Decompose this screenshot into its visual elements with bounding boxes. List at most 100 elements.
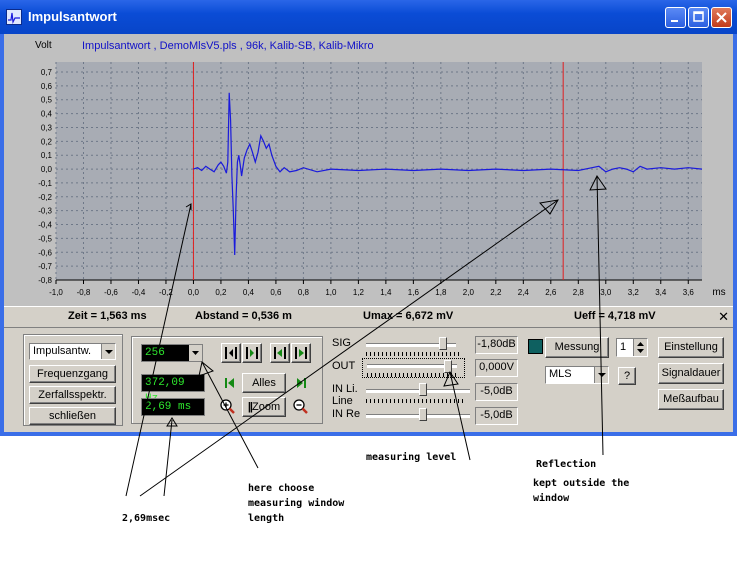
status-close-button[interactable]: ✕ <box>718 309 729 325</box>
x-tick-label: -0,6 <box>104 288 118 297</box>
annotation-reflection: Reflection <box>536 459 597 470</box>
x-tick-label: 2,4 <box>518 288 530 297</box>
shift-window-right-button[interactable] <box>242 343 262 363</box>
mode-select[interactable]: Impulsantw. <box>29 343 116 360</box>
y-tick-label: 0,3 <box>41 123 53 132</box>
settings-button[interactable]: Einstellung <box>658 337 724 358</box>
impulse-chart[interactable]: -1,0 -0,8 -0,6 -0,4 -0,2 0,0 0,2 0,4 0,6 0,8 1,0 1,… <box>4 34 733 306</box>
window-title: Impulsantwort <box>28 9 117 24</box>
x-tick-label: 0,0 <box>188 288 200 297</box>
in-right-label: IN Re <box>332 408 361 420</box>
in-ticks <box>366 399 466 403</box>
out-slider-focus[interactable] <box>362 358 465 378</box>
y-tick-label: 0,0 <box>41 165 53 174</box>
line-label: Line <box>332 395 353 407</box>
chevron-down-icon[interactable] <box>594 367 608 383</box>
close-button[interactable]: schließen <box>29 407 116 425</box>
close-window-button[interactable] <box>711 7 732 28</box>
x-unit-label: ms <box>712 287 725 298</box>
minimize-button[interactable] <box>665 7 686 28</box>
x-tick-label: 2,6 <box>545 288 557 297</box>
y-tick-label: -0,5 <box>38 234 52 243</box>
y-tick-label: -0,7 <box>38 262 52 271</box>
x-tick-label: 0,8 <box>298 288 310 297</box>
window-left-icon <box>225 347 237 359</box>
signal-type-select[interactable]: MLS <box>545 366 609 384</box>
chevron-down-icon[interactable] <box>189 345 202 361</box>
expand-right-button[interactable] <box>291 343 311 363</box>
status-bar: Zeit = 1,563 ms Abstand = 0,536 m Umax =… <box>4 306 733 328</box>
in-right-slider-thumb[interactable] <box>419 408 428 421</box>
count-spinner[interactable]: 1 <box>616 338 648 357</box>
in-left-value: -5,0dB <box>475 383 518 401</box>
window-right-icon <box>246 347 258 359</box>
annotation-choose-line1: here choose <box>248 483 315 494</box>
maximize-icon <box>693 11 704 22</box>
out-value: 0,000V <box>475 359 518 377</box>
x-tick-label: 1,4 <box>380 288 392 297</box>
x-tick-label: 0,6 <box>270 288 282 297</box>
help-button[interactable]: ? <box>618 367 636 385</box>
y-tick-label: 0,4 <box>41 110 53 119</box>
distance-readout: Abstand = 0,536 m <box>195 310 292 322</box>
x-tick-label: -0,2 <box>159 288 173 297</box>
measurement-setup-button[interactable]: Meßaufbau <box>658 389 724 410</box>
annotation-outside-line1: kept outside the <box>533 478 630 489</box>
x-tick-label: -0,8 <box>77 288 91 297</box>
x-tick-label: -1,0 <box>49 288 63 297</box>
app-icon <box>6 9 22 25</box>
measure-button[interactable]: Messung <box>545 337 609 358</box>
sig-label: SIG <box>332 337 351 349</box>
sig-ticks <box>366 352 462 356</box>
window-length-select[interactable]: 256 <box>141 344 203 362</box>
zoom-out-icon[interactable] <box>292 398 310 416</box>
spin-arrows-icon[interactable] <box>633 339 647 356</box>
frequency-response-button[interactable]: Frequenzgang <box>29 365 116 383</box>
zoom-button[interactable]: ||Zoom <box>242 397 286 417</box>
out-ticks <box>367 373 459 377</box>
annotation-measuring-level: measuring level <box>366 452 457 463</box>
go-to-start-icon[interactable] <box>222 375 238 391</box>
chevron-down-icon[interactable] <box>101 344 115 359</box>
annotation-outside-line2: window <box>533 493 570 504</box>
annotation-choose-line2: measuring window <box>248 498 345 509</box>
in-right-value: -5,0dB <box>475 407 518 425</box>
show-all-button[interactable]: Alles <box>242 373 286 393</box>
x-tick-label: 2,0 <box>463 288 475 297</box>
maximize-button[interactable] <box>688 7 709 28</box>
signal-type-value: MLS <box>549 368 572 380</box>
in-left-slider-thumb[interactable] <box>419 383 428 396</box>
y-tick-label: -0,8 <box>38 276 52 285</box>
plot-area: Volt Impulsantwort , DemoMlsV5.pls , 96k… <box>4 34 733 306</box>
time-readout: Zeit = 1,563 ms <box>68 310 147 322</box>
count-value: 1 <box>620 341 627 353</box>
sig-value: -1,80dB <box>475 336 518 354</box>
out-slider-thumb[interactable] <box>444 360 452 373</box>
x-tick-label: 1,8 <box>435 288 447 297</box>
x-tick-label: 3,4 <box>655 288 667 297</box>
x-tick-label: 1,6 <box>408 288 420 297</box>
ueff-readout: Ueff = 4,718 mV <box>574 310 656 322</box>
x-tick-label: 2,2 <box>490 288 502 297</box>
title-bar[interactable]: Impulsantwort <box>0 0 737 34</box>
left-panel: Impulsantw. Frequenzgang Zerfallsspektr.… <box>23 334 123 426</box>
go-to-end-icon[interactable] <box>293 375 309 391</box>
y-tick-label: -0,1 <box>38 179 52 188</box>
y-tick-label: -0,4 <box>38 221 52 230</box>
signal-duration-button[interactable]: Signaldauer <box>658 363 724 384</box>
shift-window-left-button[interactable] <box>221 343 241 363</box>
annotation-choose-line3: length <box>248 513 285 524</box>
y-tick-label: 0,2 <box>41 137 53 146</box>
umax-readout: Umax = 6,672 mV <box>363 310 454 322</box>
y-tick-label: -0,6 <box>38 248 52 257</box>
x-tick-label: 3,2 <box>628 288 640 297</box>
frequency-display: 372,09 Hz <box>141 374 205 405</box>
window-length-value: 256 <box>145 347 165 359</box>
in-left-slider-track[interactable] <box>366 389 470 393</box>
expand-left-button[interactable] <box>270 343 290 363</box>
sig-slider-thumb[interactable] <box>439 337 448 350</box>
in-right-slider-track[interactable] <box>366 414 470 418</box>
zoom-in-icon[interactable] <box>219 398 237 416</box>
decay-spectrum-button[interactable]: Zerfallsspektr. <box>29 386 116 404</box>
x-tick-label: 3,0 <box>600 288 612 297</box>
